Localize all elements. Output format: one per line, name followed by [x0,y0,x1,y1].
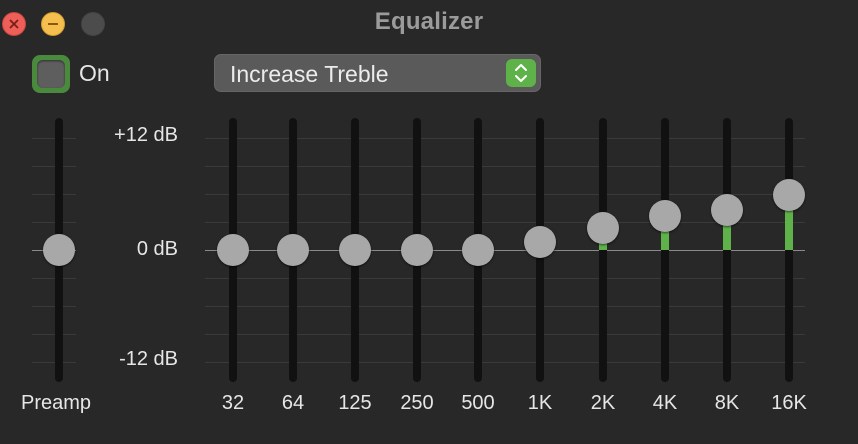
band-500-slider-knob[interactable] [462,234,494,266]
on-checkbox[interactable] [32,55,70,93]
preamp-grid-line [32,222,76,223]
preset-dropdown[interactable]: Increase Treble [214,54,541,92]
band-4k-slider-knob[interactable] [649,200,681,233]
band-64-slider-label: 64 [281,392,305,414]
band-8k-slider-knob[interactable] [711,193,743,226]
band-4k-slider-track[interactable] [661,118,669,382]
window-title: Equalizer [374,8,484,35]
band-16k-slider-track[interactable] [785,118,793,382]
band-2k-slider-track[interactable] [599,118,607,382]
band-125-slider-label: 125 [338,392,372,414]
band-4k-slider-label: 4K [652,392,678,414]
band-8k-slider-track[interactable] [723,118,731,382]
band-250-slider-label: 250 [400,392,434,414]
preamp-grid-line [32,278,76,279]
preset-selected-value: Increase Treble [230,61,389,87]
preamp-grid-line [32,194,76,195]
band-1k-slider-knob[interactable] [524,225,556,258]
band-2k-slider-knob[interactable] [587,211,619,244]
band-2k-slider-label: 2K [590,392,616,414]
band-1k-slider-label: 1K [527,392,553,414]
preamp-grid-line [32,362,76,363]
preamp-slider-knob[interactable] [43,234,75,266]
preamp-grid-line [32,138,76,139]
scale-label-bottom: -12 dB [119,348,178,370]
preamp-grid-line [32,334,76,335]
scale-label-zero: 0 dB [136,238,178,260]
band-250-slider-knob[interactable] [401,234,433,266]
preamp-grid-line [32,306,76,307]
preamp-grid-line [32,166,76,167]
band-500-slider-label: 500 [461,392,495,414]
checkbox-well [37,60,65,88]
equalizer-window: Equalizer On Increase Treble +12 dB 0 dB… [0,0,858,444]
on-label: On [79,60,110,86]
band-64-slider-knob[interactable] [277,234,309,266]
band-32-slider-knob[interactable] [217,234,249,266]
band-16k-slider-knob[interactable] [773,178,805,211]
band-125-slider-knob[interactable] [339,234,371,266]
preamp-label: Preamp [20,392,92,414]
band-8k-slider-label: 8K [714,392,740,414]
up-down-chevron-icon [506,59,536,87]
scale-label-top: +12 dB [114,124,178,146]
band-16k-slider-label: 16K [771,392,807,414]
band-32-slider-label: 32 [221,392,245,414]
